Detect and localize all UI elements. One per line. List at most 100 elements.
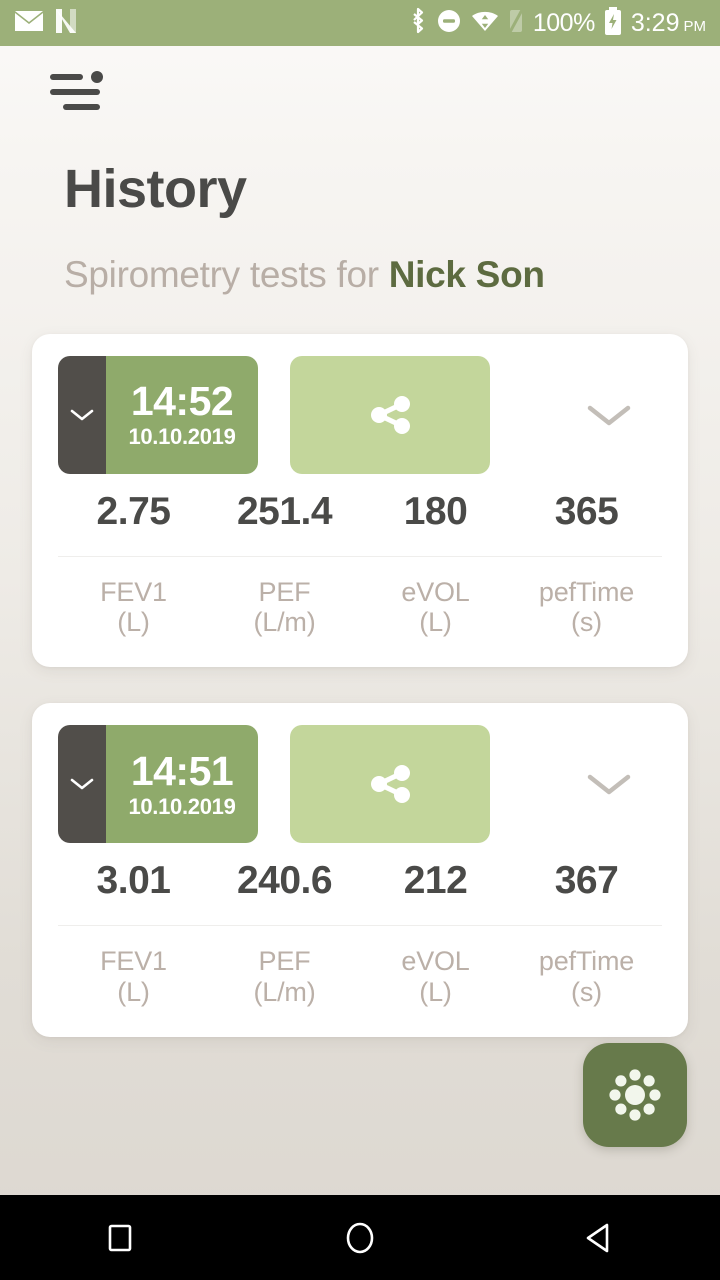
metric-unit: (L) [117, 976, 150, 1007]
collapse-toggle[interactable] [58, 356, 106, 474]
metric-label: eVOL [401, 577, 470, 607]
metric-unit: (L/m) [253, 607, 316, 638]
test-time-block: 14:52 10.10.2019 [106, 356, 258, 474]
metric-unit: (L) [419, 976, 452, 1007]
chevron-down-icon [587, 775, 631, 795]
metrics-labels-row: FEV1 (L) PEF (L/m) eVOL (L) pefTime (s) [58, 577, 662, 637]
status-bar-left [14, 8, 78, 39]
metrics-labels-row: FEV1 (L) PEF (L/m) eVOL (L) pefTime (s) [58, 946, 662, 1006]
android-nav-bar [0, 1195, 720, 1280]
battery-charging-icon [604, 6, 622, 40]
test-date: 10.10.2019 [128, 424, 236, 450]
test-time: 14:51 [130, 747, 234, 794]
metric-value: 3.01 [96, 859, 171, 903]
share-button[interactable] [290, 725, 490, 844]
metric-unit: (L) [419, 607, 452, 638]
metric-label-evol: eVOL (L) [360, 946, 511, 1006]
hamburger-menu-icon[interactable] [50, 68, 112, 114]
metric-unit: (L/m) [253, 976, 316, 1007]
metric-label: pefTime [538, 946, 635, 977]
home-circle-icon [346, 1222, 374, 1253]
metric-unit: (s) [571, 976, 602, 1007]
menu-dot [91, 71, 103, 83]
menu-line-middle [50, 89, 100, 95]
share-icon [371, 765, 410, 804]
battery-percent: 100% [532, 8, 595, 37]
status-bar: 100% 3:29 PM [0, 0, 720, 46]
menu-line-top [50, 74, 83, 80]
test-time-badge[interactable]: 14:52 10.10.2019 [58, 356, 258, 474]
metrics-divider [58, 556, 662, 557]
history-card[interactable]: 14:51 10.10.2019 3.01 240.6 212 367 FEV1… [32, 703, 688, 1037]
test-time-block: 14:51 10.10.2019 [106, 725, 258, 844]
page-title: History [64, 159, 247, 219]
metric-evol: 212 [360, 859, 511, 903]
chevron-down-icon [70, 409, 94, 421]
home-button[interactable] [240, 1218, 480, 1258]
page-subtitle: Spirometry tests for Nick Son [0, 254, 720, 296]
metric-value: 365 [554, 490, 619, 533]
history-card[interactable]: 14:52 10.10.2019 2.75 251.4 180 365 FEV1… [32, 334, 688, 668]
back-triangle-icon [586, 1223, 609, 1252]
status-bar-right: 100% 3:29 PM [409, 6, 707, 40]
metric-pef: 251.4 [209, 490, 360, 534]
metrics-divider [58, 925, 662, 927]
clock-period: PM [683, 17, 707, 35]
metric-label-peftime: pefTime (s) [511, 577, 662, 637]
metric-label-pef: PEF (L/m) [209, 946, 360, 1006]
share-button[interactable] [290, 356, 490, 474]
test-date: 10.10.2019 [128, 793, 236, 819]
metric-peftime: 365 [511, 490, 662, 534]
metric-label: PEF [258, 577, 311, 607]
back-button[interactable] [480, 1220, 720, 1256]
recents-square-icon [108, 1224, 132, 1251]
signal-off-icon [508, 8, 524, 39]
expand-details-button[interactable] [574, 749, 644, 819]
history-card-list: 14:52 10.10.2019 2.75 251.4 180 365 FEV1… [0, 334, 720, 1037]
test-time-badge[interactable]: 14:51 10.10.2019 [58, 725, 258, 844]
wifi-icon [471, 9, 499, 38]
patient-name: Nick Son [388, 254, 545, 295]
status-bar-clock: 3:29 PM [630, 8, 707, 37]
metric-label: FEV1 [100, 946, 167, 977]
metric-value: 251.4 [236, 490, 333, 533]
metric-label: FEV1 [100, 577, 167, 607]
recents-button[interactable] [0, 1220, 240, 1256]
metric-value: 212 [403, 859, 468, 903]
menu-line-bottom [63, 104, 100, 110]
test-time: 14:52 [130, 378, 234, 425]
metric-value: 2.75 [96, 490, 171, 533]
mail-icon [14, 9, 44, 38]
share-icon [371, 396, 410, 434]
chevron-down-icon [587, 405, 631, 426]
card-header-row: 14:51 10.10.2019 [58, 725, 662, 844]
metric-evol: 180 [360, 490, 511, 534]
metric-label: pefTime [538, 577, 635, 607]
metric-label: PEF [258, 946, 311, 977]
card-header-row: 14:52 10.10.2019 [58, 356, 662, 474]
metric-label-fev1: FEV1 (L) [58, 577, 209, 637]
app-bar [0, 46, 720, 136]
metric-unit: (L) [117, 607, 150, 638]
metric-value: 240.6 [236, 859, 333, 903]
do-not-disturb-icon [436, 8, 462, 39]
metric-peftime: 367 [511, 859, 662, 903]
metric-unit: (s) [571, 607, 602, 638]
collapse-toggle[interactable] [58, 725, 106, 844]
metric-fev1: 3.01 [58, 859, 209, 903]
metric-label-pef: PEF (L/m) [209, 577, 360, 637]
new-measurement-fab[interactable] [583, 1043, 687, 1147]
radial-dots-icon [609, 1069, 661, 1121]
clock-time: 3:29 [630, 8, 680, 37]
metric-fev1: 2.75 [58, 490, 209, 534]
metrics-values-row: 3.01 240.6 212 367 [58, 859, 662, 903]
bluetooth-icon [409, 7, 427, 39]
subtitle-prefix: Spirometry tests for [64, 254, 379, 295]
expand-details-button[interactable] [574, 380, 644, 450]
metric-label-fev1: FEV1 (L) [58, 946, 209, 1006]
metric-pef: 240.6 [209, 859, 360, 903]
metric-value: 367 [554, 859, 619, 903]
metric-value: 180 [403, 490, 468, 533]
metric-label: eVOL [401, 946, 470, 977]
metrics-values-row: 2.75 251.4 180 365 [58, 490, 662, 534]
